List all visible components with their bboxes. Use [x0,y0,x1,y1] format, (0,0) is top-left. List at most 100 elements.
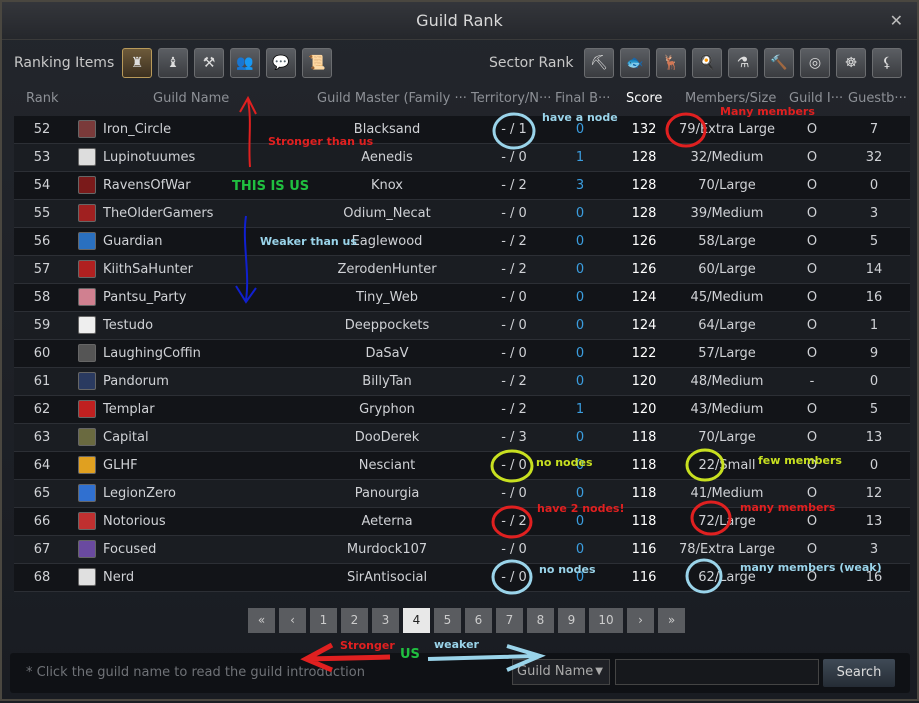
rank-cell: 58 [33,290,51,305]
col-final-battle[interactable]: Final B··· [555,91,610,106]
search-input[interactable] [615,659,819,685]
fish-icon[interactable]: 🐟 [620,48,650,78]
close-icon[interactable]: ✕ [890,11,903,30]
sickle-icon[interactable]: ⚸ [872,48,902,78]
members-cell: 70/Large [698,178,756,193]
scroll-icon[interactable]: 📜 [302,48,332,78]
territory-cell: - / 0 [501,150,527,165]
guild-name-link[interactable]: KiithSaHunter [103,262,193,277]
score-cell: 128 [631,178,657,193]
score-cell: 118 [631,430,657,445]
guild-intro-cell: O [806,150,818,165]
guild-emblem-icon [78,344,96,362]
hammer-icon[interactable]: 🔨 [764,48,794,78]
chat-icon[interactable]: 💬 [266,48,296,78]
guild-emblem-icon [78,428,96,446]
guild-name-link[interactable]: LaughingCoffin [103,346,201,361]
page-button[interactable]: 9 [558,608,585,633]
territory-cell: - / 2 [501,402,527,417]
guild-name-link[interactable]: Notorious [103,514,166,529]
page-button[interactable]: 5 [434,608,461,633]
tower-icon[interactable]: ♝ [158,48,188,78]
territory-cell: - / 2 [501,234,527,249]
guestbook-cell: 0 [869,458,879,473]
guild-name-link[interactable]: Iron_Circle [103,122,171,137]
score-cell: 122 [631,346,657,361]
final-battle-cell: 0 [575,430,585,445]
guild-name-link[interactable]: GLHF [103,458,138,473]
guild-name-link[interactable]: TheOlderGamers [103,206,213,221]
guild-intro-cell: O [806,234,818,249]
members-cell: 58/Large [698,234,756,249]
pickaxe-icon[interactable]: ⛏ [584,48,614,78]
guild-intro-cell: O [806,122,818,137]
page-button[interactable]: 7 [496,608,523,633]
col-guild-name[interactable]: Guild Name [153,91,229,106]
prev-page-button[interactable]: ‹ [279,608,306,633]
guild-name-link[interactable]: Testudo [103,318,153,333]
members-cell: 41/Medium [690,486,764,501]
guild-emblem-icon [78,204,96,222]
cooking-icon[interactable]: 🍳 [692,48,722,78]
guild-name-link[interactable]: Lupinotuumes [103,150,195,165]
members-cell: 57/Large [698,346,756,361]
annotation-text: many members (weak) [740,561,882,574]
deer-icon[interactable]: 🦌 [656,48,686,78]
members-cell: 32/Medium [690,150,764,165]
col-rank[interactable]: Rank [26,91,58,106]
final-battle-cell: 1 [575,150,585,165]
guestbook-cell: 3 [869,542,879,557]
col-guild-master[interactable]: Guild Master (Family ··· [317,91,467,106]
guild-crest-icon[interactable]: ♜ [122,48,152,78]
guild-intro-cell: O [806,290,818,305]
guild-name-link[interactable]: Pandorum [103,374,169,389]
guild-name-link[interactable]: Nerd [103,570,134,585]
page-button[interactable]: 1 [310,608,337,633]
rank-cell: 52 [33,122,51,137]
crossed-axes-icon[interactable]: ⚒ [194,48,224,78]
chevron-down-icon: ▼ [595,666,603,677]
spiral-icon[interactable]: ◎ [800,48,830,78]
page-button[interactable]: 4 [403,608,430,633]
guild-name-link[interactable]: LegionZero [103,486,176,501]
page-button[interactable]: 8 [527,608,554,633]
search-type-select[interactable]: Guild Name ▼ [512,659,610,685]
page-button[interactable]: 10 [589,608,623,633]
rank-cell: 66 [33,514,51,529]
guestbook-cell: 1 [869,318,879,333]
pagination: «‹ 1 2 3 4 5 6 7 8 9 10 ›» [248,608,685,633]
guild-emblem-icon [78,120,96,138]
alchemy-icon[interactable]: ⚗ [728,48,758,78]
table-row: 54 RavensOfWar Knox - / 2 3 128 70/Large O 0 [14,172,910,200]
wheel-icon[interactable]: ☸ [836,48,866,78]
col-score[interactable]: Score [626,91,662,106]
guild-emblem-icon [78,148,96,166]
annotation-text: Stronger [340,639,395,652]
col-guestbook[interactable]: Guestb··· [848,91,907,106]
guild-name-link[interactable]: Capital [103,430,149,445]
members-icon[interactable]: 👥 [230,48,260,78]
page-button[interactable]: 6 [465,608,492,633]
col-guild-intro[interactable]: Guild I··· [789,91,843,106]
guild-name-link[interactable]: Focused [103,542,156,557]
col-territory[interactable]: Territory/N··· [471,91,551,106]
guild-name-link[interactable]: RavensOfWar [103,178,191,193]
guild-name-link[interactable]: Guardian [103,234,162,249]
guild-emblem-icon [78,484,96,502]
guild-emblem-icon [78,456,96,474]
first-page-button[interactable]: « [248,608,275,633]
last-page-button[interactable]: » [658,608,685,633]
annotation-text: have 2 nodes! [537,502,625,515]
guild-name-link[interactable]: Pantsu_Party [103,290,186,305]
search-button[interactable]: Search [823,659,895,687]
next-page-button[interactable]: › [627,608,654,633]
guestbook-cell: 0 [869,374,879,389]
table-row: 60 LaughingCoffin DaSaV - / 0 0 122 57/Large O 9 [14,340,910,368]
page-button[interactable]: 3 [372,608,399,633]
col-members[interactable]: Members/Size [685,91,776,106]
guild-name-link[interactable]: Templar [103,402,155,417]
members-cell: 48/Medium [690,374,764,389]
guild-master-cell: Eaglewood [351,234,423,249]
rank-cell: 60 [33,346,51,361]
page-button[interactable]: 2 [341,608,368,633]
